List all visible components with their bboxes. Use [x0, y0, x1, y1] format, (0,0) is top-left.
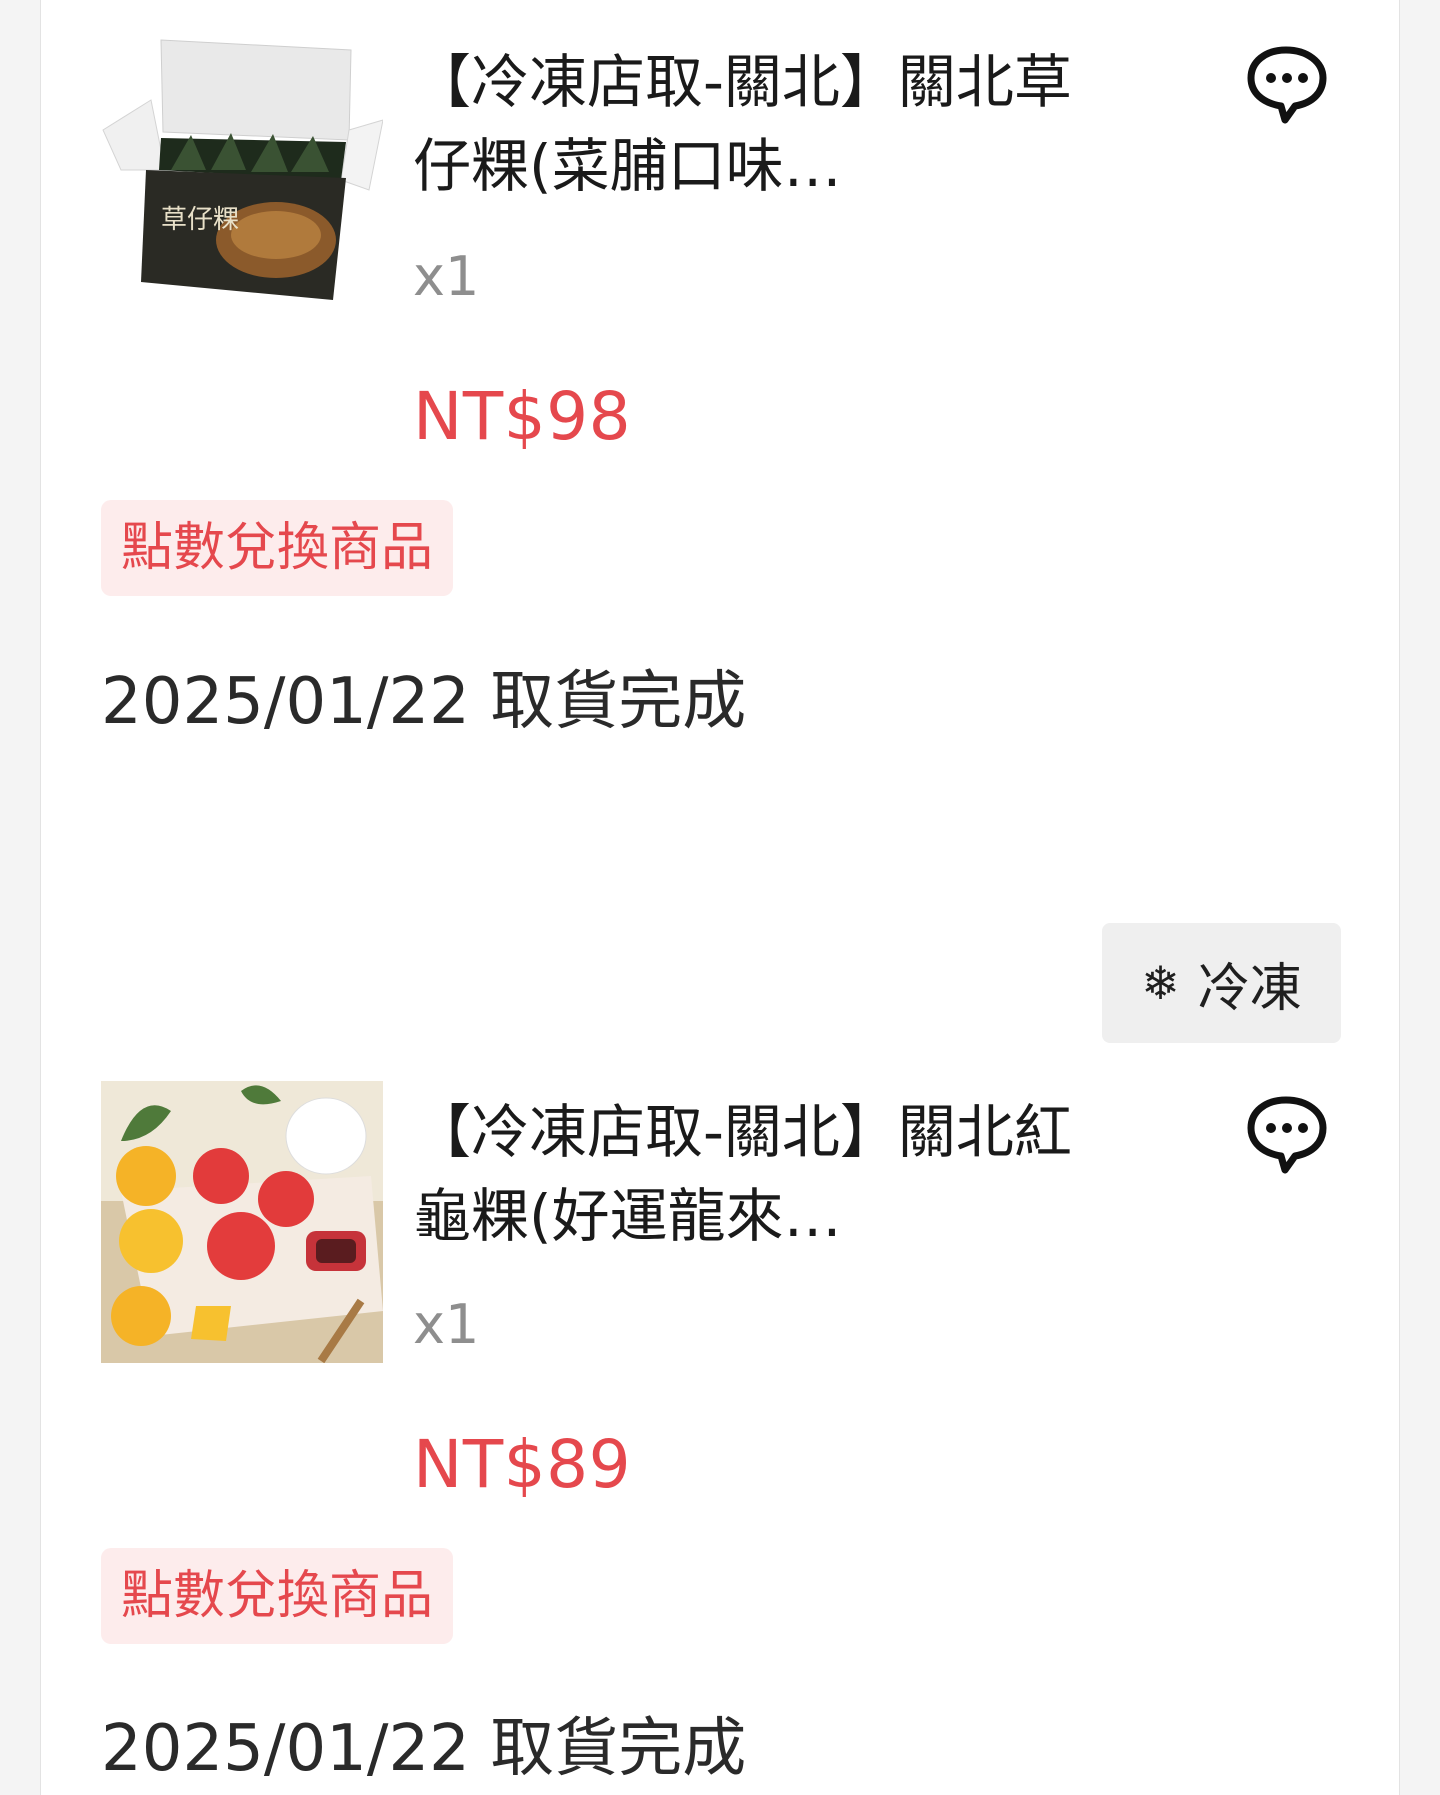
points-redemption-badge: 點數兌換商品: [101, 500, 454, 596]
product-title[interactable]: 【冷凍店取-關北】關北草仔粿(菜脯口味…: [413, 40, 1073, 208]
pickup-status: 2025/01/22 取貨完成: [101, 1712, 747, 1786]
frozen-tag: ❄ 冷凍: [1102, 923, 1341, 1043]
price-label: NT$98: [413, 378, 632, 455]
red-turtle-cake-image: [101, 1081, 383, 1363]
price-label: NT$89: [413, 1426, 632, 1503]
order-history-page: 草仔粿 【冷凍店取-關北】關北草仔粿(菜脯口味… x1 NT$98 點數兌換商品…: [0, 0, 1440, 1795]
product-image[interactable]: [101, 1081, 383, 1363]
chat-icon[interactable]: [1241, 40, 1331, 130]
pickup-status: 2025/01/22 取貨完成: [101, 665, 747, 739]
snowflake-icon: ❄: [1141, 956, 1180, 1010]
svg-text:草仔粿: 草仔粿: [161, 205, 239, 235]
chat-icon[interactable]: [1241, 1090, 1331, 1180]
points-redemption-badge: 點數兌換商品: [101, 1548, 454, 1644]
quantity-label: x1: [413, 245, 480, 308]
order-list-card: 草仔粿 【冷凍店取-關北】關北草仔粿(菜脯口味… x1 NT$98 點數兌換商品…: [40, 0, 1400, 1795]
caozaiguo-box-image: 草仔粿: [101, 20, 383, 302]
product-title[interactable]: 【冷凍店取-關北】關北紅龜粿(好運龍來…: [413, 1090, 1073, 1258]
quantity-label: x1: [413, 1293, 480, 1356]
product-image[interactable]: 草仔粿: [101, 20, 383, 302]
frozen-tag-label: 冷凍: [1197, 958, 1302, 1019]
